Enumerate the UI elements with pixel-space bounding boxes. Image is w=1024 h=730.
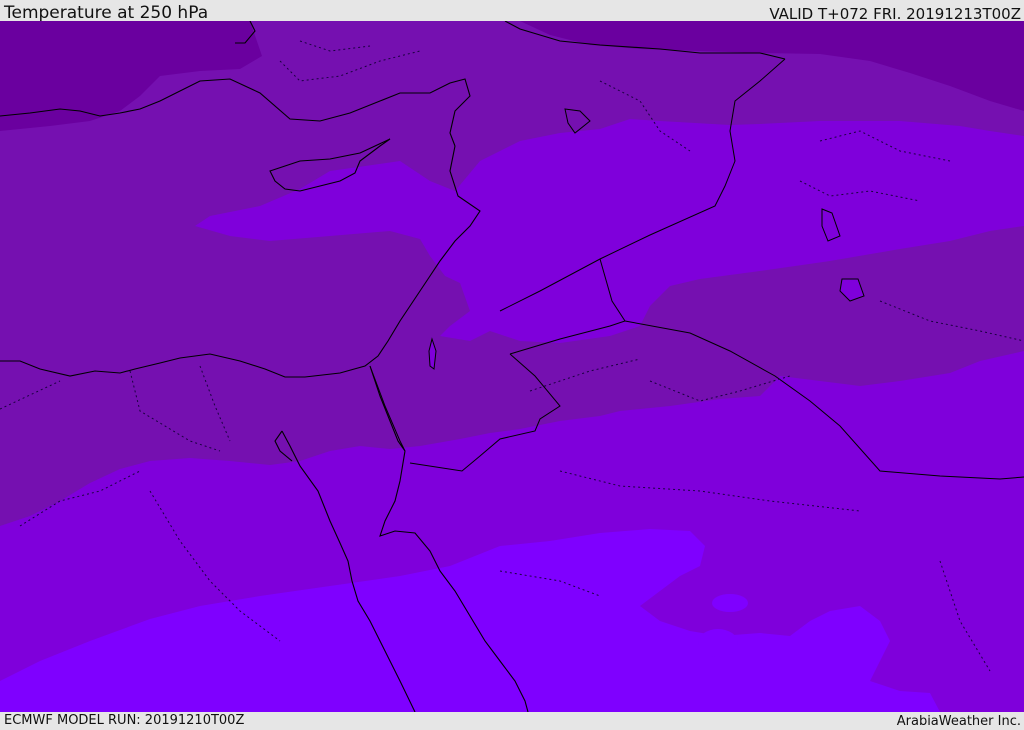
warm-patch-1: [712, 594, 748, 612]
weather-map[interactable]: [0, 21, 1024, 712]
model-run-label: ECMWF MODEL RUN: 20191210T00Z: [4, 713, 245, 728]
header-bar: Temperature at 250 hPa VALID T+072 FRI. …: [0, 0, 1024, 23]
credit-label: ArabiaWeather Inc.: [896, 714, 1021, 729]
footer-bar: ECMWF MODEL RUN: 20191210T00Z ArabiaWeat…: [0, 712, 1024, 729]
warm-patch-2: [698, 629, 738, 657]
map-title: Temperature at 250 hPa: [4, 3, 209, 23]
map-canvas: [0, 21, 1024, 712]
